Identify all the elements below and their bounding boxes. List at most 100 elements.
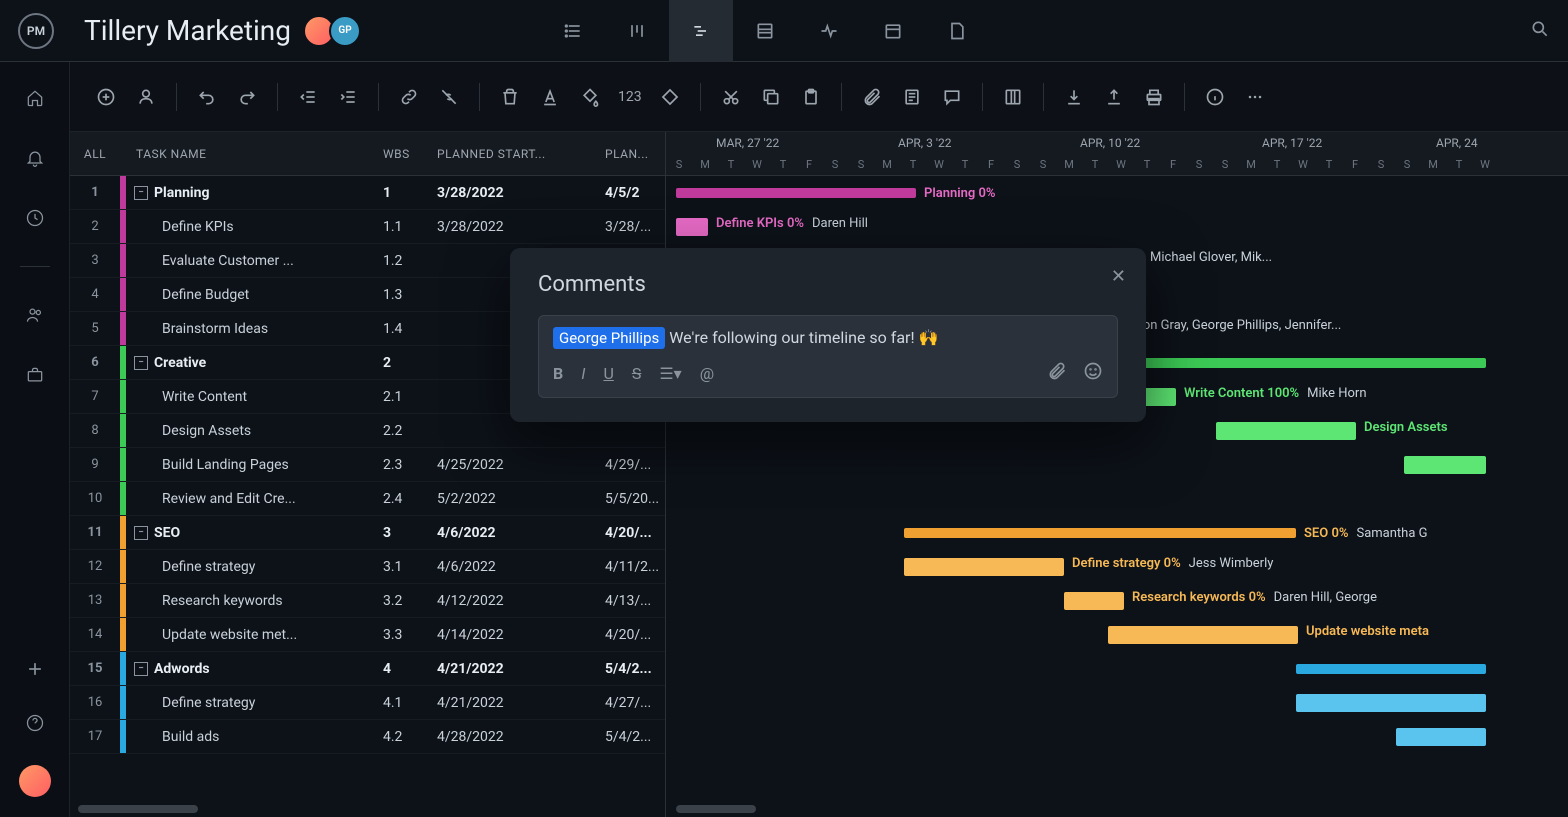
task-row[interactable]: 9 Build Landing Pages 2.3 4/25/2022 4/29… — [70, 448, 665, 482]
delete-icon[interactable] — [494, 81, 526, 113]
milestone-icon[interactable] — [654, 81, 686, 113]
task-name-cell[interactable]: −SEO — [126, 525, 383, 541]
gantt-bar[interactable] — [1296, 664, 1486, 674]
unlink-icon[interactable] — [433, 81, 465, 113]
strike-icon[interactable]: S — [632, 364, 642, 383]
task-name-cell[interactable]: Evaluate Customer ... — [126, 253, 383, 269]
print-icon[interactable] — [1138, 81, 1170, 113]
collapse-toggle[interactable]: − — [134, 526, 148, 540]
col-wbs[interactable]: WBS — [383, 147, 437, 161]
attachment-icon[interactable] — [1047, 361, 1067, 385]
collapse-toggle[interactable]: − — [134, 662, 148, 676]
close-icon[interactable]: ✕ — [1111, 266, 1126, 287]
cut-icon[interactable] — [715, 81, 747, 113]
export-icon[interactable] — [1098, 81, 1130, 113]
task-name-cell[interactable]: −Planning — [126, 185, 383, 201]
task-row[interactable]: 14 Update website met... 3.3 4/14/2022 4… — [70, 618, 665, 652]
text-color-icon[interactable] — [534, 81, 566, 113]
task-name-cell[interactable]: Write Content — [126, 389, 383, 405]
fill-icon[interactable] — [574, 81, 606, 113]
indent-icon[interactable] — [332, 81, 364, 113]
gantt-bar[interactable] — [1404, 456, 1486, 474]
emoji-icon[interactable] — [1083, 361, 1103, 385]
col-all[interactable]: ALL — [70, 147, 120, 161]
member-avatar-2[interactable]: GP — [329, 15, 361, 47]
mention-chip[interactable]: George Phillips — [553, 327, 665, 349]
task-name-cell[interactable]: Define strategy — [126, 695, 383, 711]
collapse-toggle[interactable]: − — [134, 186, 148, 200]
redo-icon[interactable] — [231, 81, 263, 113]
user-avatar[interactable] — [19, 765, 51, 797]
comment-text-content[interactable]: George Phillips We're following our time… — [553, 328, 1103, 347]
copy-icon[interactable] — [755, 81, 787, 113]
task-row[interactable]: 10 Review and Edit Cre... 2.4 5/2/2022 5… — [70, 482, 665, 516]
gantt-chart[interactable]: MAR, 27 '22APR, 3 '22APR, 10 '22APR, 17 … — [666, 132, 1568, 817]
bold-icon[interactable]: B — [553, 364, 563, 383]
task-name-cell[interactable]: Research keywords — [126, 593, 383, 609]
info-icon[interactable] — [1199, 81, 1231, 113]
undo-icon[interactable] — [191, 81, 223, 113]
task-row[interactable]: 11 −SEO 3 4/6/2022 4/20/... — [70, 516, 665, 550]
gantt-bar[interactable] — [1396, 728, 1486, 746]
task-name-cell[interactable]: Review and Edit Cre... — [126, 491, 383, 507]
assign-icon[interactable] — [130, 81, 162, 113]
home-icon[interactable] — [23, 86, 47, 110]
view-calendar-icon[interactable] — [861, 0, 925, 62]
more-icon[interactable] — [1239, 81, 1271, 113]
col-planned-end[interactable]: PLAN... — [605, 147, 665, 161]
import-icon[interactable] — [1058, 81, 1090, 113]
col-task-name[interactable]: TASK NAME — [126, 147, 383, 161]
task-row[interactable]: 13 Research keywords 3.2 4/12/2022 4/13/… — [70, 584, 665, 618]
plus-icon[interactable] — [23, 657, 47, 681]
view-sheet-icon[interactable] — [733, 0, 797, 62]
task-row[interactable]: 1 −Planning 1 3/28/2022 4/5/2 — [70, 176, 665, 210]
gantt-bar[interactable] — [1296, 694, 1486, 712]
task-name-cell[interactable]: Define strategy — [126, 559, 383, 575]
task-row[interactable]: 17 Build ads 4.2 4/28/2022 5/4/2... — [70, 720, 665, 754]
briefcase-icon[interactable] — [23, 363, 47, 387]
gantt-bar[interactable]: Planning 0% — [676, 188, 916, 198]
team-icon[interactable] — [23, 303, 47, 327]
task-name-cell[interactable]: Design Assets — [126, 423, 383, 439]
view-list-icon[interactable] — [541, 0, 605, 62]
link-icon[interactable] — [393, 81, 425, 113]
columns-icon[interactable] — [997, 81, 1029, 113]
list-icon[interactable]: ☰▾ — [659, 364, 681, 383]
gantt-bar[interactable]: Define strategy 0%Jess Wimberly — [904, 558, 1064, 576]
task-name-cell[interactable]: Define Budget — [126, 287, 383, 303]
attach-icon[interactable] — [856, 81, 888, 113]
gantt-scrollbar[interactable] — [676, 805, 756, 813]
gantt-bar[interactable]: Define KPIs 0%Daren Hill — [676, 218, 708, 236]
search-icon[interactable] — [1530, 19, 1550, 43]
task-row[interactable]: 16 Define strategy 4.1 4/21/2022 4/27/..… — [70, 686, 665, 720]
app-logo[interactable]: PM — [18, 13, 54, 49]
task-name-cell[interactable]: −Adwords — [126, 661, 383, 677]
task-name-cell[interactable]: Update website met... — [126, 627, 383, 643]
bell-icon[interactable] — [23, 146, 47, 170]
task-row[interactable]: 2 Define KPIs 1.1 3/28/2022 3/28/... — [70, 210, 665, 244]
clock-icon[interactable] — [23, 206, 47, 230]
view-activity-icon[interactable] — [797, 0, 861, 62]
task-name-cell[interactable]: −Creative — [126, 355, 383, 371]
task-name-cell[interactable]: Define KPIs — [126, 219, 383, 235]
task-name-cell[interactable]: Build Landing Pages — [126, 457, 383, 473]
mention-icon[interactable]: @ — [700, 364, 714, 383]
view-board-icon[interactable] — [605, 0, 669, 62]
col-planned-start[interactable]: PLANNED START... — [437, 147, 605, 161]
paste-icon[interactable] — [795, 81, 827, 113]
collapse-toggle[interactable]: − — [134, 356, 148, 370]
gantt-bar[interactable]: SEO 0%Samantha G — [904, 528, 1296, 538]
notes-icon[interactable] — [896, 81, 928, 113]
comment-icon[interactable] — [936, 81, 968, 113]
task-name-cell[interactable]: Brainstorm Ideas — [126, 321, 383, 337]
horizontal-scrollbar[interactable] — [78, 805, 198, 813]
add-task-icon[interactable] — [90, 81, 122, 113]
help-icon[interactable] — [23, 711, 47, 735]
task-row[interactable]: 12 Define strategy 3.1 4/6/2022 4/11/2..… — [70, 550, 665, 584]
italic-icon[interactable]: I — [581, 364, 585, 383]
view-gantt-icon[interactable] — [669, 0, 733, 62]
numeric-label[interactable]: 123 — [614, 89, 646, 105]
gantt-bar[interactable]: Research keywords 0%Daren Hill, George — [1064, 592, 1124, 610]
view-file-icon[interactable] — [925, 0, 989, 62]
task-name-cell[interactable]: Build ads — [126, 729, 383, 745]
